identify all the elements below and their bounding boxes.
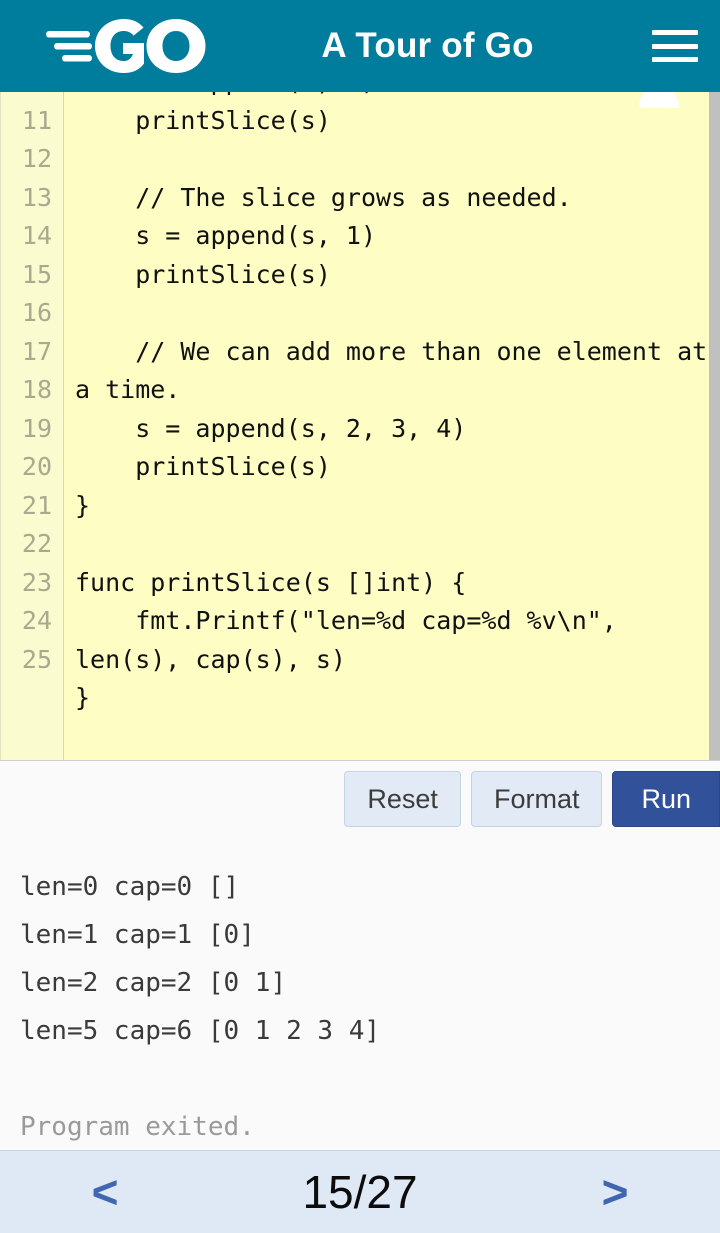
hamburger-bar [652,43,698,49]
hamburger-menu-icon[interactable] [652,26,698,66]
line-number: 25 [21,644,52,674]
line-number: 17 [21,336,52,366]
output-line: len=2 cap=2 [0 1] [20,968,287,998]
prev-page-button[interactable]: < [60,1165,150,1219]
code-line[interactable]: s = append(s, 1) [75,217,709,256]
line-number: 12 [21,144,52,173]
next-page-button[interactable]: > [570,1165,660,1219]
run-button[interactable]: Run [612,771,720,827]
output-line: len=1 cap=1 [0] [20,920,255,950]
tour-of-go-app: A Tour of Go 10 11 12 13 14 15 16 17 18 19 20 21 22 2… [0,0,720,1233]
format-button[interactable]: Format [470,771,603,827]
code-line[interactable]: // The slice grows as needed. [75,179,709,218]
line-number: 21 [21,490,52,520]
code-text[interactable]: s = append(s, 0) printSlice(s) // The sl… [64,92,709,760]
code-line[interactable]: printSlice(s) [75,102,709,141]
line-number: 15 [21,259,52,289]
code-line[interactable] [75,718,709,757]
line-number: 13 [21,182,52,212]
line-number: 14 [21,221,52,250]
code-line[interactable]: } [75,679,709,718]
code-line[interactable]: // We can add more than one element at a… [75,333,709,410]
code-editor[interactable]: 10 11 12 13 14 15 16 17 18 19 20 21 22 23 24 25 s = app… [0,92,720,761]
line-number: 20 [21,452,52,481]
hamburger-bar [652,57,698,62]
code-line[interactable] [75,525,709,564]
program-status: Program exited. [20,1112,255,1142]
code-line[interactable]: printSlice(s) [75,448,709,487]
editor-toolbar: Reset Format Run [0,761,720,837]
code-line[interactable]: printSlice(s) [75,256,709,295]
code-line[interactable] [75,294,709,333]
line-number-gutter: 10 11 12 13 14 15 16 17 18 19 20 21 22 23 24 25 [0,92,64,760]
app-header: A Tour of Go [0,0,720,92]
editor-scrollbar-thumb[interactable] [709,92,720,760]
output-lines: len=0 cap=0 [] len=1 cap=1 [0] len=2 cap=2… [20,863,720,1055]
code-line[interactable]: fmt.Printf("len=%d cap=%d %v\n", len(s),… [75,602,709,679]
line-number: 10 [1,92,63,102]
code-line[interactable]: } [75,487,709,526]
hamburger-bar [652,30,698,35]
code-area[interactable]: 10 11 12 13 14 15 16 17 18 19 20 21 22 23 24 25 s = app… [0,92,709,760]
code-line[interactable]: s = append(s, 0) [75,92,709,102]
line-number: 18 [21,375,52,404]
reset-button[interactable]: Reset [344,771,461,827]
go-logo[interactable] [44,15,209,77]
line-number: 16 [21,298,52,327]
code-line[interactable]: s = append(s, 2, 3, 4) [75,410,709,449]
lesson-navigation: < 15/27 > [0,1150,720,1233]
editor-scrollbar[interactable] [709,92,720,760]
line-number: 11 [21,105,52,135]
code-line[interactable] [75,140,709,179]
output-line: len=5 cap=6 [0 1 2 3 4] [20,1016,381,1046]
line-number: 22 [21,529,52,558]
go-logo-icon [46,19,206,73]
code-line[interactable]: func printSlice(s []int) { [75,564,709,603]
output-line: len=0 cap=0 [] [20,872,240,902]
line-number: 23 [21,567,52,597]
page-title: A Tour of Go [321,26,534,65]
line-number: 24 [21,606,52,635]
output-panel: len=0 cap=0 [] len=1 cap=1 [0] len=2 cap=2… [0,837,720,1150]
line-number: 19 [21,413,52,443]
page-counter: 15/27 [302,1166,418,1218]
